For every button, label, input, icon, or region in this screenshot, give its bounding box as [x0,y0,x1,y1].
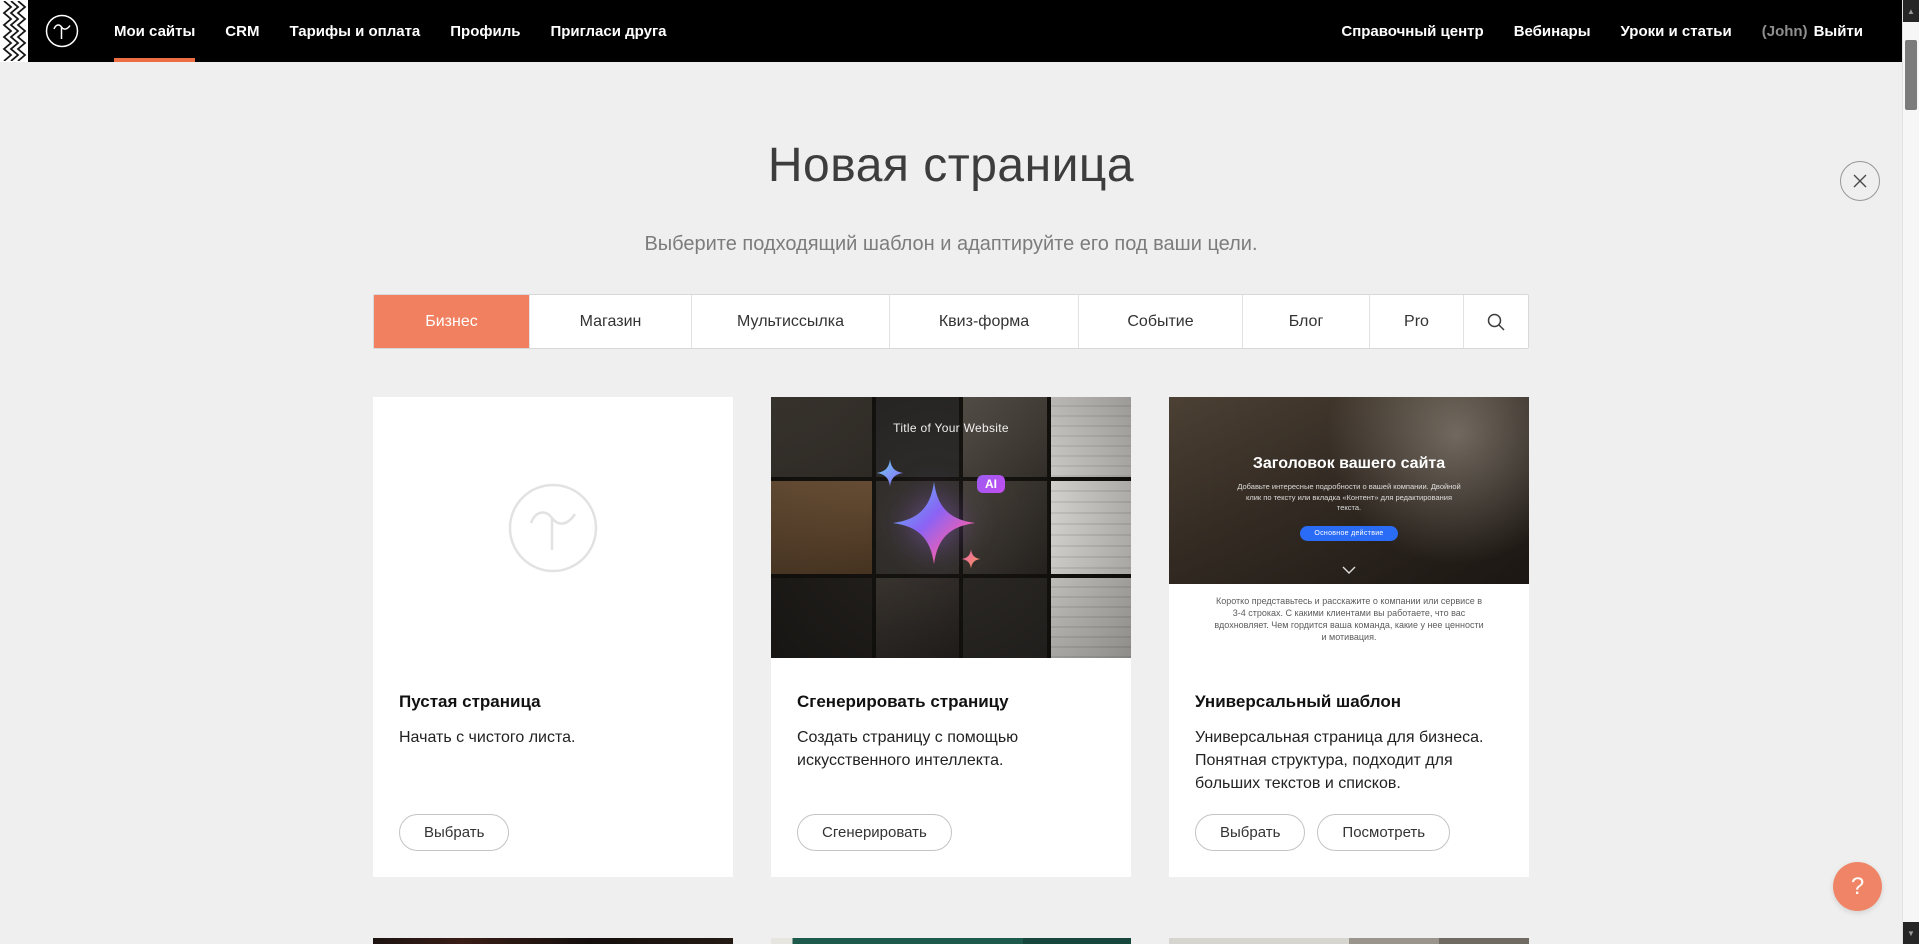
template-card-peek[interactable] [373,938,733,944]
card-body: Сгенерировать страницу Создать страницу … [771,658,1131,877]
blank-page-preview[interactable] [373,397,733,658]
template-card-peek[interactable] [1169,938,1529,944]
zigzag-icon [1,1,27,61]
card-title: Универсальный шаблон [1195,692,1503,712]
preview-body-text: Коротко представьтесь и расскажите о ком… [1213,595,1485,658]
nav-webinars[interactable]: Вебинары [1514,0,1591,62]
secondary-nav: Справочный центр Вебинары Уроки и статьи… [1341,0,1919,62]
ai-badge: AI [977,475,1005,493]
close-button[interactable] [1840,161,1880,201]
ai-sparkle-small-icon [876,459,904,487]
zigzag-decoration [0,0,28,62]
card-actions: Сгенерировать [797,814,1105,851]
tab-pro[interactable]: Pro [1370,295,1464,348]
scrollbar-up-arrow[interactable]: ▲ [1903,0,1919,22]
template-card-peek[interactable] [771,938,1131,944]
card-title: Пустая страница [399,692,707,712]
tab-blog[interactable]: Блог [1243,295,1370,348]
nav-profile[interactable]: Профиль [450,0,520,62]
choose-button[interactable]: Выбрать [399,814,509,851]
search-icon [1486,312,1506,332]
ai-preview[interactable]: Title of Your Website [771,397,1131,658]
chevron-down-icon [1342,566,1356,574]
preview-site-subtitle: Добавьте интересные подробности о вашей … [1234,482,1464,514]
view-button[interactable]: Посмотреть [1317,814,1450,851]
nav-help-center[interactable]: Справочный центр [1341,0,1483,62]
logout-label: Выйти [1814,23,1863,40]
tilda-watermark-icon [498,473,608,583]
nav-logout[interactable]: (John) Выйти [1762,0,1863,62]
tab-multilink[interactable]: Мультиссылка [692,295,890,348]
nav-invite-friend[interactable]: Пригласи друга [550,0,666,62]
main-nav: Мои сайты CRM Тарифы и оплата Профиль Пр… [114,0,667,62]
scrollbar-down-arrow[interactable]: ▼ [1903,922,1919,944]
close-icon [1852,173,1868,189]
card-blank-page: Пустая страница Начать с чистого листа. … [373,397,733,877]
app-window: Мои сайты CRM Тарифы и оплата Профиль Пр… [0,0,1919,944]
card-description: Создать страницу с помощью искусственног… [797,726,1105,772]
page-subtitle: Выберите подходящий шаблон и адаптируйте… [0,233,1902,256]
help-button[interactable]: ? [1833,862,1882,911]
scrollbar-thumb[interactable] [1905,40,1917,110]
template-grid: Пустая страница Начать с чистого листа. … [373,397,1529,877]
template-preview-body: Коротко представьтесь и расскажите о ком… [1169,584,1529,658]
nav-crm[interactable]: CRM [225,0,259,62]
card-title: Сгенерировать страницу [797,692,1105,712]
user-name: (John) [1762,23,1808,40]
nav-tariffs[interactable]: Тарифы и оплата [289,0,420,62]
card-ai-generate: Title of Your Website [771,397,1131,877]
card-body: Пустая страница Начать с чистого листа. … [373,658,733,877]
card-body: Универсальный шаблон Универсальная стран… [1169,658,1529,877]
template-category-tabs: Бизнес Магазин Мультиссылка Квиз-форма С… [373,294,1529,349]
header: Мои сайты CRM Тарифы и оплата Профиль Пр… [0,0,1919,62]
nav-my-sites[interactable]: Мои сайты [114,0,195,62]
main-content: Новая страница Выберите подходящий шабло… [0,62,1919,944]
template-preview[interactable]: Заголовок вашего сайта Добавьте интересн… [1169,397,1529,658]
tab-quiz[interactable]: Квиз-форма [890,295,1079,348]
tab-search-button[interactable] [1464,295,1528,348]
tilda-logo[interactable] [42,11,82,51]
card-description: Универсальная страница для бизнеса. Поня… [1195,726,1503,796]
card-description: Начать с чистого листа. [399,726,707,749]
nav-lessons[interactable]: Уроки и статьи [1621,0,1732,62]
ai-sparkle-tiny-icon [961,549,981,569]
tab-business[interactable]: Бизнес [374,295,530,348]
scrollbar: ▲ ▼ [1902,0,1919,944]
template-grid-row2 [373,938,1529,944]
card-actions: Выбрать [399,814,707,851]
generate-button[interactable]: Сгенерировать [797,814,952,851]
preview-site-title: Title of Your Website [771,421,1131,435]
tab-shop[interactable]: Магазин [530,295,692,348]
page-title: Новая страница [0,62,1902,193]
card-universal-template: Заголовок вашего сайта Добавьте интересн… [1169,397,1529,877]
card-actions: Выбрать Посмотреть [1195,814,1503,851]
preview-site-title: Заголовок вашего сайта [1253,455,1445,473]
tab-event[interactable]: Событие [1079,295,1243,348]
choose-button[interactable]: Выбрать [1195,814,1305,851]
preview-cta-button: Основное действие [1300,526,1397,541]
tilda-logo-icon [42,11,82,51]
template-preview-hero: Заголовок вашего сайта Добавьте интересн… [1169,397,1529,584]
